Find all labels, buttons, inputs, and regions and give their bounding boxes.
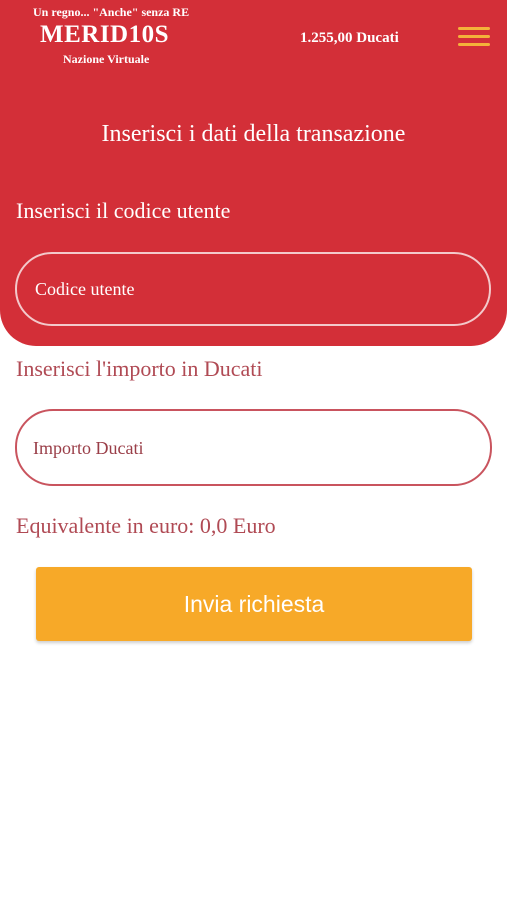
- amount-input[interactable]: Importo Ducati: [15, 409, 492, 486]
- submit-request-button[interactable]: Invia richiesta: [36, 567, 472, 641]
- header-tagline: Un regno... "Anche" senza RE: [33, 5, 190, 19]
- balance-display: 1.255,00 Ducati: [300, 30, 399, 46]
- app-header: Un regno... "Anche" senza RE MERID10S Na…: [0, 0, 507, 73]
- page-title: Inserisci i dati della transazione: [101, 121, 406, 147]
- header-subtitle: Nazione Virtuale: [63, 52, 150, 66]
- user-code-label: Inserisci il codice utente: [16, 198, 231, 223]
- euro-equivalent-text: Equivalente in euro: 0,0 Euro: [16, 513, 276, 538]
- user-code-placeholder: Codice utente: [35, 279, 135, 299]
- app-logo[interactable]: MERID10S: [40, 21, 169, 49]
- hamburger-menu-icon[interactable]: [458, 27, 490, 47]
- amount-label: Inserisci l'importo in Ducati: [16, 356, 263, 381]
- amount-placeholder: Importo Ducati: [33, 438, 144, 458]
- user-code-input[interactable]: Codice utente: [15, 252, 491, 326]
